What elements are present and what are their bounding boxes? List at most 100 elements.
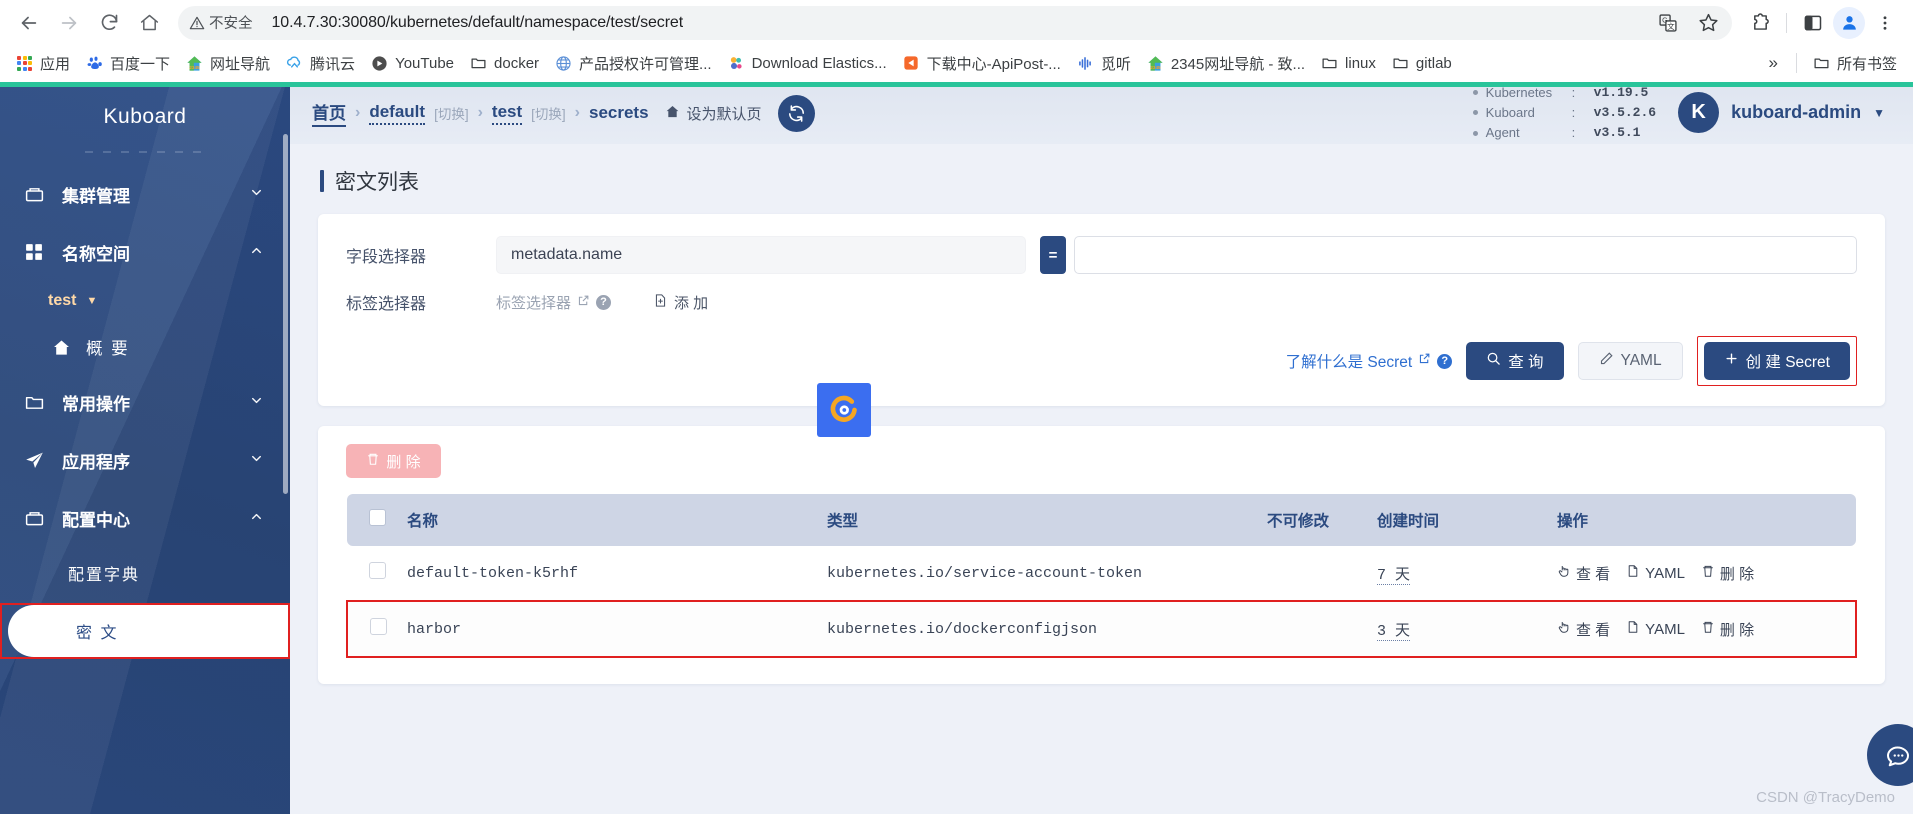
sidebar-scrollbar[interactable] xyxy=(283,134,288,494)
add-label-selector-button[interactable]: 添 加 xyxy=(653,292,708,313)
bookmark-2345-nav[interactable]: 2345 2345网址导航 - 致... xyxy=(1139,49,1313,78)
search-button-label: 查 询 xyxy=(1508,354,1544,371)
table-header-row: 名称 类型 不可修改 创建时间 操作 xyxy=(347,494,1856,546)
bookmark-miting[interactable]: 觅听 xyxy=(1069,49,1139,78)
config-box-icon xyxy=(24,508,50,529)
operator-button[interactable]: = xyxy=(1040,236,1066,274)
help-circle-icon[interactable]: ? xyxy=(596,294,612,310)
field-selector-input[interactable]: metadata.name xyxy=(496,236,1026,274)
bookmark-label: YouTube xyxy=(395,54,455,72)
yaml-action[interactable]: YAML xyxy=(1626,620,1685,638)
bookmarks-bar: 应用 百度一下 2345 网址导航 腾讯云 YouTube docker 产品授… xyxy=(0,45,1913,82)
mitting-icon xyxy=(1077,55,1094,72)
sidebar-namespace-selector[interactable]: test ▼ xyxy=(0,281,290,321)
bookmark-youtube[interactable]: YouTube xyxy=(363,51,462,76)
bookmark-linux[interactable]: linux xyxy=(1313,51,1384,76)
bookmark-apps[interactable]: 应用 xyxy=(8,49,78,78)
sidebar-brand[interactable]: Kuboard xyxy=(0,87,290,139)
yaml-action[interactable]: YAML xyxy=(1626,564,1685,582)
caret-down-icon: ▼ xyxy=(1873,105,1885,120)
create-secret-label: 创 建 Secret xyxy=(1745,354,1830,371)
table-row[interactable]: default-token-k5rhf kubernetes.io/servic… xyxy=(347,546,1856,602)
omnibox[interactable]: 不安全 10.4.7.30:30080/kubernetes/default/n… xyxy=(178,5,1732,41)
home-icon[interactable] xyxy=(130,4,168,42)
browser-toolbar: 不安全 10.4.7.30:30080/kubernetes/default/n… xyxy=(0,0,1913,45)
bookmark-docker[interactable]: docker xyxy=(462,51,547,76)
breadcrumb-cluster[interactable]: default xyxy=(369,102,426,125)
reload-icon[interactable] xyxy=(90,4,128,42)
profile-icon[interactable] xyxy=(1833,6,1865,39)
learn-secret-link[interactable]: 了解什么是 Secret ? xyxy=(1286,350,1453,372)
create-secret-button[interactable]: 创 建 Secret xyxy=(1703,342,1850,380)
set-default-page-label: 设为默认页 xyxy=(686,105,762,123)
extensions-icon[interactable] xyxy=(1742,5,1778,41)
breadcrumb-switch-namespace[interactable]: [切换] xyxy=(531,103,566,123)
view-action[interactable]: 查 看 xyxy=(1557,619,1610,640)
bookmark-tencent-cloud[interactable]: 腾讯云 xyxy=(278,49,363,78)
header-name[interactable]: 名称 xyxy=(407,494,827,546)
paper-plane-icon xyxy=(24,450,50,471)
table-row[interactable]: harbor kubernetes.io/dockerconfigjson 3 … xyxy=(346,600,1857,658)
bookmark-navigation[interactable]: 2345 网址导航 xyxy=(178,49,278,78)
yaml-button[interactable]: YAML xyxy=(1577,342,1683,380)
bookmark-baidu[interactable]: 百度一下 xyxy=(78,49,178,78)
forward-arrow-icon[interactable] xyxy=(50,4,88,42)
bulk-delete-button[interactable]: 删 除 xyxy=(346,444,441,478)
add-label: 添 加 xyxy=(674,294,709,312)
bookmark-gitlab[interactable]: gitlab xyxy=(1384,51,1460,76)
header-immutable[interactable]: 不可修改 xyxy=(1267,494,1377,546)
row-checkbox[interactable] xyxy=(370,618,387,635)
version-value: v3.5.1 xyxy=(1593,125,1641,141)
breadcrumb-namespace[interactable]: test xyxy=(491,102,523,125)
baidu-icon xyxy=(86,55,103,72)
sidebar-item-config-center[interactable]: 配置中心 xyxy=(0,489,290,547)
field-value-input[interactable] xyxy=(1074,236,1857,274)
all-bookmarks-button[interactable]: 所有书签 xyxy=(1805,49,1905,78)
add-box-icon xyxy=(653,293,668,312)
delete-action[interactable]: 删 除 xyxy=(1701,619,1754,640)
sidebar-item-secret[interactable]: 密 文 xyxy=(8,605,288,657)
translate-icon[interactable]: 文G xyxy=(1650,5,1686,41)
app-shell: Kuboard 集群管理 名称空间 test ▼ 概 要 常用操作 应用程序 配… xyxy=(0,82,1913,814)
bookmark-apipost[interactable]: 下载中心-ApiPost-... xyxy=(895,49,1069,78)
star-icon[interactable] xyxy=(1690,5,1726,41)
header-type[interactable]: 类型 xyxy=(827,494,1267,546)
bookmark-download-elastics[interactable]: Download Elastics... xyxy=(720,51,895,76)
set-default-page-button[interactable]: 设为默认页 xyxy=(665,103,762,124)
cell-name[interactable]: harbor xyxy=(407,600,827,658)
side-panel-icon[interactable] xyxy=(1795,5,1831,41)
user-menu[interactable]: K kuboard-admin ▼ xyxy=(1678,92,1885,134)
sidebar-item-label: 概 要 xyxy=(86,340,130,358)
security-indicator[interactable]: 不安全 xyxy=(182,8,262,37)
cell-type: kubernetes.io/dockerconfigjson xyxy=(827,600,1267,658)
breadcrumb: 首页 › default [切换] › test [切换] › secrets xyxy=(312,99,649,127)
sidebar-item-configmap[interactable]: 配置字典 xyxy=(0,547,290,599)
breadcrumb-switch-cluster[interactable]: [切换] xyxy=(434,103,469,123)
bookmark-label: linux xyxy=(1345,54,1376,72)
search-button[interactable]: 查 询 xyxy=(1466,342,1564,380)
refresh-icon[interactable] xyxy=(777,94,815,132)
sidebar-item-namespace[interactable]: 名称空间 xyxy=(0,223,290,281)
help-circle-icon[interactable]: ? xyxy=(1437,353,1453,369)
three-dot-menu-icon[interactable] xyxy=(1867,5,1903,41)
url-text: 10.4.7.30:30080/kubernetes/default/names… xyxy=(271,13,684,31)
360-browser-icon[interactable] xyxy=(817,383,871,437)
row-checkbox[interactable] xyxy=(369,562,386,579)
header-created-time[interactable]: 创建时间 xyxy=(1377,494,1557,546)
apps-grid-icon xyxy=(16,55,33,72)
sidebar-item-cluster-management[interactable]: 集群管理 xyxy=(0,165,290,223)
sidebar-item-overview[interactable]: 概 要 xyxy=(0,321,290,373)
select-all-checkbox[interactable] xyxy=(369,509,386,526)
back-arrow-icon[interactable] xyxy=(10,4,48,42)
breadcrumb-home[interactable]: 首页 xyxy=(312,99,346,127)
delete-action[interactable]: 删 除 xyxy=(1701,563,1754,584)
label-selector-link[interactable]: 标签选择器 ? xyxy=(496,292,612,313)
bookmark-license-mgmt[interactable]: 产品授权许可管理... xyxy=(547,49,720,78)
sidebar-item-common-operations[interactable]: 常用操作 xyxy=(0,373,290,431)
bookmarks-overflow-button[interactable]: » xyxy=(1759,51,1788,75)
version-value: v3.5.2.6 xyxy=(1593,104,1657,120)
sidebar-item-applications[interactable]: 应用程序 xyxy=(0,431,290,489)
cell-name[interactable]: default-token-k5rhf xyxy=(407,546,827,602)
external-link-icon xyxy=(577,294,590,311)
view-action[interactable]: 查 看 xyxy=(1557,563,1610,584)
